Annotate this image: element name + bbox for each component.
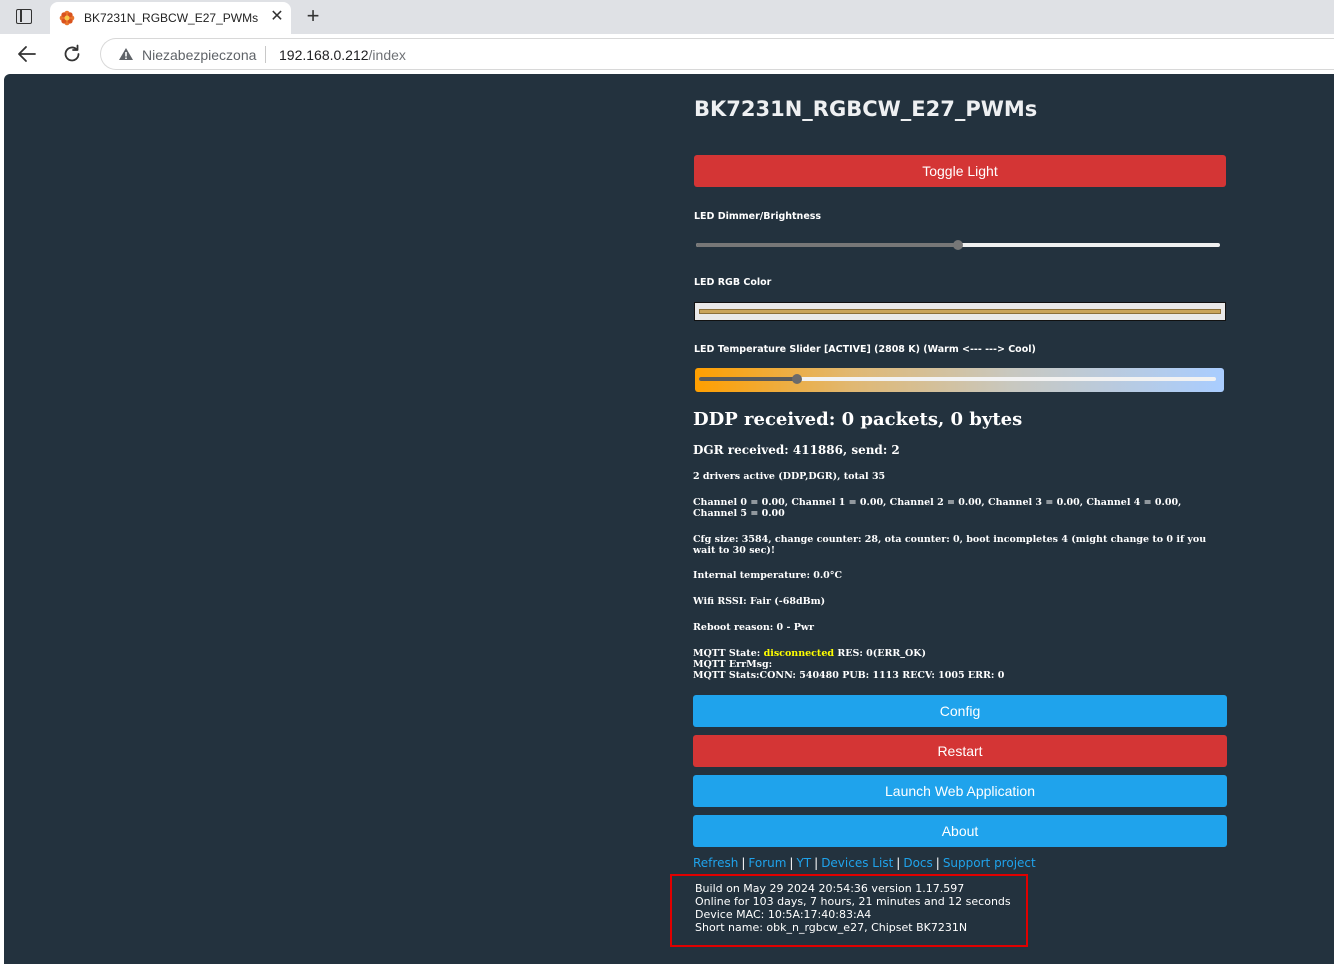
build-version: Build on May 29 2024 20:54:36 version 1.…: [695, 882, 965, 895]
dgr-status: DGR received: 411886, send: 2: [693, 443, 900, 457]
back-arrow-icon[interactable]: [16, 43, 38, 65]
refresh-link[interactable]: Refresh: [693, 856, 738, 870]
dimmer-fill: [696, 243, 958, 247]
new-tab-icon[interactable]: +: [302, 4, 324, 28]
browser-toolbar: Niezabezpieczona 192.168.0.212/index: [0, 34, 1334, 74]
mqtt-stats: MQTT Stats:CONN: 540480 PUB: 1113 RECV: …: [693, 670, 1005, 681]
forum-link[interactable]: Forum: [748, 856, 786, 870]
footer-links: Refresh | Forum | YT | Devices List | Docs | Suppo…: [693, 856, 1036, 870]
reboot-reason: Reboot reason: 0 - Pwr: [693, 622, 815, 633]
warning-icon[interactable]: [118, 47, 134, 61]
internal-temperature: Internal temperature: 0.0°C: [693, 570, 843, 581]
tab-actions-icon[interactable]: [16, 9, 32, 24]
mqtt-state-prefix: MQTT State:: [693, 648, 764, 659]
close-tab-icon[interactable]: ✕: [268, 8, 286, 26]
rgb-color-label: LED RGB Color: [694, 277, 772, 288]
mqtt-errmsg: MQTT ErrMsg:: [693, 659, 773, 670]
docs-link[interactable]: Docs: [903, 856, 932, 870]
mqtt-status-block: MQTT State: disconnected RES: 0(ERR_OK) …: [693, 648, 1228, 681]
page-title: BK7231N_RGBCW_E27_PWMs: [694, 97, 1038, 121]
url-host: 192.168.0.212: [279, 47, 369, 63]
rgb-color-swatch: [699, 309, 1221, 314]
drivers-status: 2 drivers active (DDP,DGR), total 35: [693, 471, 886, 482]
temperature-slider[interactable]: [695, 368, 1224, 392]
temperature-label: LED Temperature Slider [ACTIVE] (2808 K)…: [694, 344, 1036, 355]
security-label[interactable]: Niezabezpieczona: [142, 47, 256, 63]
address-separator: [265, 46, 266, 63]
mqtt-state-line: MQTT State: disconnected RES: 0(ERR_OK): [693, 648, 1228, 659]
link-separator: |: [814, 856, 819, 870]
dimmer-slider[interactable]: [696, 240, 1220, 250]
toggle-light-button[interactable]: Toggle Light: [694, 155, 1226, 187]
link-separator: |: [896, 856, 901, 870]
support-project-link[interactable]: Support project: [943, 856, 1036, 870]
ddp-status: DDP received: 0 packets, 0 bytes: [693, 409, 1023, 430]
url-path: /index: [368, 47, 406, 63]
about-button[interactable]: About: [693, 815, 1227, 847]
short-name: Short name: obk_n_rgbcw_e27, Chipset BK7…: [695, 921, 968, 934]
device-mac: Device MAC: 10:5A:17:40:83:A4: [695, 908, 872, 921]
mqtt-state-suffix: RES: 0(ERR_OK): [834, 648, 927, 659]
devices-list-link[interactable]: Devices List: [821, 856, 893, 870]
flower-favicon-icon: [59, 10, 75, 26]
address-bar[interactable]: Niezabezpieczona 192.168.0.212/index: [100, 38, 1334, 70]
temperature-fill: [699, 377, 798, 381]
tab-title: BK7231N_RGBCW_E27_PWMs: [84, 11, 259, 25]
channels-status: Channel 0 = 0.00, Channel 1 = 0.00, Chan…: [693, 497, 1182, 519]
dimmer-label: LED Dimmer/Brightness: [694, 211, 822, 222]
restart-button[interactable]: Restart: [693, 735, 1227, 767]
mqtt-state-value: disconnected: [763, 648, 835, 659]
page-body: BK7231N_RGBCW_E27_PWMs Toggle Light LED …: [4, 74, 1334, 964]
build-info: Build on May 29 2024 20:54:36 version 1.…: [695, 882, 1011, 934]
config-button[interactable]: Config: [693, 695, 1227, 727]
url-text[interactable]: 192.168.0.212/index: [279, 47, 406, 63]
rgb-color-picker[interactable]: [694, 302, 1226, 321]
build-info-highlight: Build on May 29 2024 20:54:36 version 1.…: [670, 874, 1028, 947]
cfg-status: Cfg size: 3584, change counter: 28, ota …: [693, 534, 1207, 556]
wifi-rssi: Wifi RSSI: Fair (-68dBm): [693, 596, 826, 607]
dimmer-thumb[interactable]: [953, 240, 963, 250]
browser-tab-bar: BK7231N_RGBCW_E27_PWMs ✕ +: [0, 0, 1334, 34]
reload-icon[interactable]: [61, 43, 83, 65]
launch-web-app-button[interactable]: Launch Web Application: [693, 775, 1227, 807]
link-separator: |: [789, 856, 794, 870]
online-uptime: Online for 103 days, 7 hours, 21 minutes…: [695, 895, 1011, 908]
yt-link[interactable]: YT: [796, 856, 811, 870]
browser-tab[interactable]: BK7231N_RGBCW_E27_PWMs ✕: [50, 2, 291, 34]
temperature-thumb[interactable]: [792, 374, 803, 384]
link-separator: |: [741, 856, 746, 870]
link-separator: |: [935, 856, 940, 870]
